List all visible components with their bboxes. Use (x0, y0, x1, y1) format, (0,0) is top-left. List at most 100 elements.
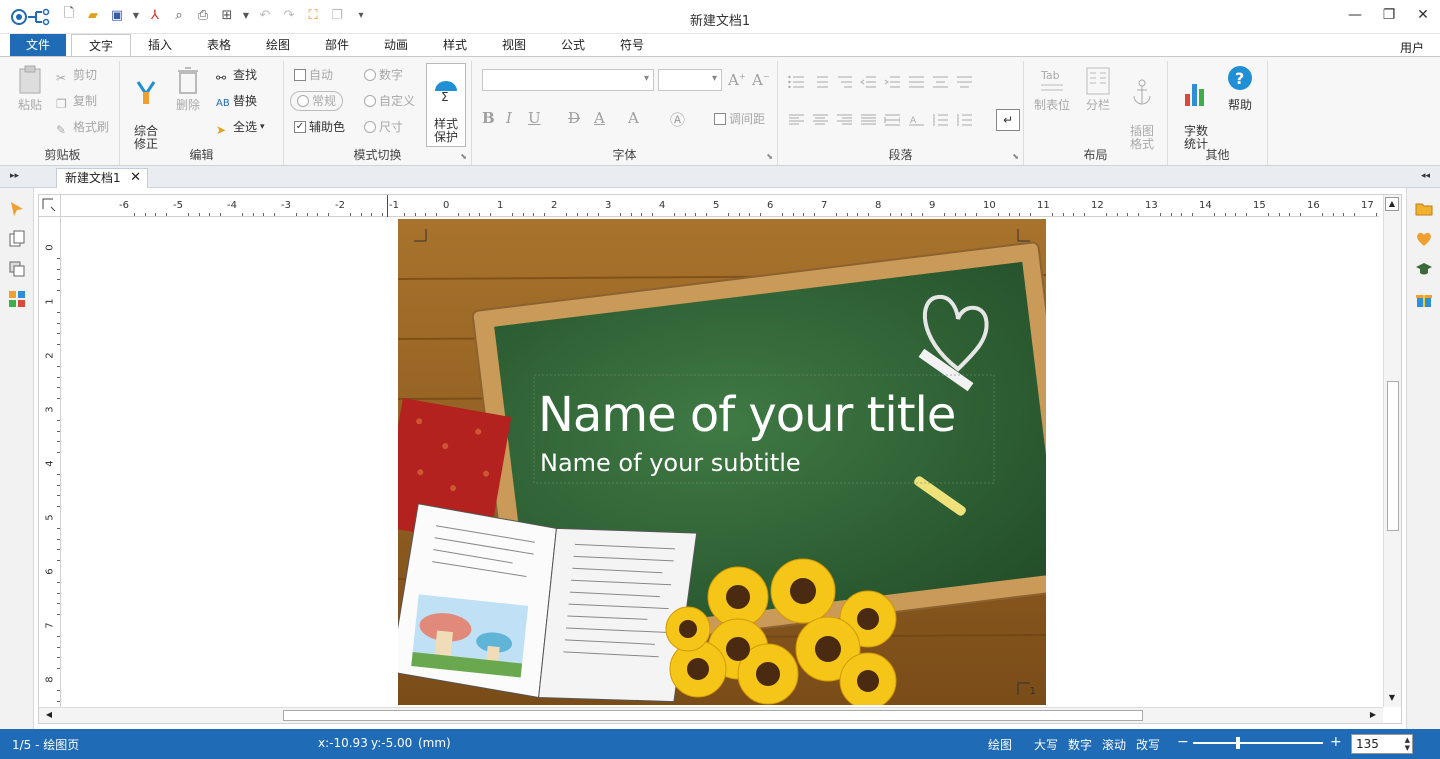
revise-button[interactable]: 综合 修正 (128, 65, 164, 151)
tab-animation[interactable]: 动画 (372, 34, 420, 56)
scroll-down-icon[interactable]: ▼ (1385, 691, 1399, 705)
align-left-icon[interactable] (788, 113, 804, 127)
scroll-top-icon[interactable]: ▲ (1385, 197, 1399, 211)
replace-button[interactable]: AB 替换 (216, 91, 257, 111)
pointer-tool-icon[interactable] (8, 200, 26, 218)
vertical-scroll-thumb[interactable] (1387, 381, 1399, 531)
align-right-icon[interactable] (836, 113, 852, 127)
size-radio[interactable]: 尺寸 (364, 117, 403, 137)
slide-subtitle[interactable]: Name of your subtitle (540, 449, 801, 477)
collapse-right-icon[interactable]: ◂◂ (1421, 171, 1430, 181)
canvas-area[interactable]: -6 -5 -4 -3 -2 -1 0 1 2 3 4 5 6 7 8 9 10 11 12 13 14 15 16 17 0… (38, 194, 1402, 724)
tab-text[interactable]: 文字 (71, 34, 131, 56)
help-button[interactable]: ? 帮助 (1222, 65, 1258, 112)
slide[interactable]: Name of your title Name of your subtitle… (398, 219, 1046, 705)
zoom-input[interactable]: 135 ▲ ▼ (1351, 734, 1413, 754)
layers-icon[interactable] (8, 260, 26, 278)
normal-toggle[interactable]: 常规 (290, 91, 344, 111)
scroll-right-icon[interactable]: ▶ (1367, 709, 1379, 721)
cut-button[interactable]: ✂ 剪切 (56, 65, 97, 85)
distribute-icon[interactable] (884, 113, 900, 127)
tab-style[interactable]: 样式 (431, 34, 479, 56)
status-scroll[interactable]: 滚动 (1102, 736, 1126, 753)
text-effect-icon[interactable]: A (628, 109, 639, 127)
word-count-button[interactable]: 字数 统计 (1178, 65, 1214, 151)
number-radio[interactable]: 数字 (364, 65, 403, 85)
tab-formula[interactable]: 公式 (549, 34, 597, 56)
italic-icon[interactable]: I (506, 109, 512, 127)
copy-button[interactable]: ❐ 复制 (56, 91, 97, 111)
aux-color-checkbox[interactable]: ✓ 辅助色 (294, 117, 345, 137)
image-format-button[interactable]: 插图 格式 (1124, 65, 1160, 151)
user-link[interactable]: 用户 (1400, 39, 1424, 56)
select-all-button[interactable]: ➤ 全选 ▾ (216, 117, 265, 137)
multilevel-list-icon[interactable] (836, 75, 852, 89)
folder-icon[interactable] (1415, 200, 1433, 218)
paste-button[interactable]: 粘贴 (12, 65, 48, 112)
grow-font-icon[interactable]: A+ (728, 71, 746, 89)
font-size-select[interactable] (658, 69, 722, 91)
find-button[interactable]: ⚯ 查找 (216, 65, 257, 85)
font-color-icon[interactable]: A (594, 109, 605, 127)
underline-icon[interactable]: U (528, 109, 541, 127)
line-height-icon[interactable] (932, 113, 948, 127)
status-overwrite[interactable]: 改写 (1136, 736, 1160, 753)
close-tab-icon[interactable]: ✕ (130, 169, 141, 187)
gallery-icon[interactable] (8, 290, 26, 308)
tab-table[interactable]: 表格 (195, 34, 243, 56)
tab-symbol[interactable]: 符号 (608, 34, 656, 56)
collapse-left-icon[interactable]: ▸▸ (10, 171, 19, 181)
bullet-list-icon[interactable] (788, 75, 804, 89)
delete-button[interactable]: 删除 (170, 65, 206, 112)
slide-title[interactable]: Name of your title (538, 387, 956, 443)
bold-icon[interactable]: B (482, 109, 495, 127)
increase-indent-icon[interactable] (884, 75, 900, 89)
decrease-indent-icon[interactable] (860, 75, 876, 89)
sort-icon[interactable] (956, 75, 972, 89)
heart-icon[interactable] (1415, 230, 1433, 248)
align-center-icon[interactable] (812, 113, 828, 127)
document-tab[interactable]: 新建文档1 ✕ (56, 168, 148, 188)
auto-checkbox[interactable]: 自动 (294, 65, 333, 85)
horizontal-ruler[interactable]: -6 -5 -4 -3 -2 -1 0 1 2 3 4 5 6 7 8 9 10 11 12 13 14 15 16 17 (61, 195, 1399, 217)
status-mode[interactable]: 绘图 (988, 736, 1012, 753)
text-direction-icon[interactable] (908, 75, 924, 89)
shrink-font-icon[interactable]: A− (752, 71, 770, 89)
char-spacing-icon[interactable]: A (908, 113, 924, 127)
tab-parts[interactable]: 部件 (313, 34, 361, 56)
tab-stop-button[interactable]: Tab 制表位 (1032, 65, 1072, 112)
number-list-icon[interactable] (812, 75, 828, 89)
horizontal-scroll-thumb[interactable] (283, 710, 1143, 721)
font-name-select[interactable] (482, 69, 654, 91)
restore-button[interactable]: ❐ (1372, 0, 1406, 30)
line-spacing-checkbox[interactable]: 调间距 (714, 109, 765, 129)
char-border-icon[interactable]: Ⓐ (670, 109, 685, 130)
close-button[interactable]: ✕ (1406, 0, 1440, 30)
tab-insert[interactable]: 插入 (136, 34, 184, 56)
zoom-slider-thumb[interactable] (1236, 737, 1240, 749)
para-marks-button[interactable]: ↵ (996, 109, 1020, 131)
strikethrough-icon[interactable]: D (568, 109, 580, 127)
status-caps[interactable]: 大写 (1034, 736, 1058, 753)
custom-radio[interactable]: 自定义 (364, 91, 415, 111)
zoom-spinner-icon[interactable]: ▲ ▼ (1405, 736, 1410, 752)
gift-icon[interactable] (1415, 290, 1433, 308)
zoom-slider[interactable] (1193, 742, 1323, 744)
justify-icon[interactable] (860, 113, 876, 127)
format-painter-button[interactable]: ✎ 格式刷 (56, 117, 109, 137)
line-height-dropdown-icon[interactable] (956, 113, 972, 127)
minimize-button[interactable]: — (1338, 0, 1372, 30)
horizontal-scrollbar[interactable]: ◀ ▶ (39, 707, 1383, 723)
pages-icon[interactable] (8, 230, 26, 248)
style-protect-button[interactable]: Σ 样式 保护 (426, 63, 466, 147)
tab-view[interactable]: 视图 (490, 34, 538, 56)
vertical-ruler[interactable]: 0 1 2 3 4 5 6 7 8 (39, 217, 61, 723)
para-spacing-icon[interactable] (932, 75, 948, 89)
tab-file[interactable]: 文件 (10, 34, 66, 56)
scroll-left-icon[interactable]: ◀ (43, 709, 55, 721)
zoom-out-button[interactable]: − (1177, 734, 1189, 750)
status-num[interactable]: 数字 (1068, 736, 1092, 753)
tab-draw[interactable]: 绘图 (254, 34, 302, 56)
vertical-scrollbar[interactable]: ▲ ▼ (1383, 195, 1401, 707)
columns-button[interactable]: 分栏 (1080, 65, 1116, 112)
